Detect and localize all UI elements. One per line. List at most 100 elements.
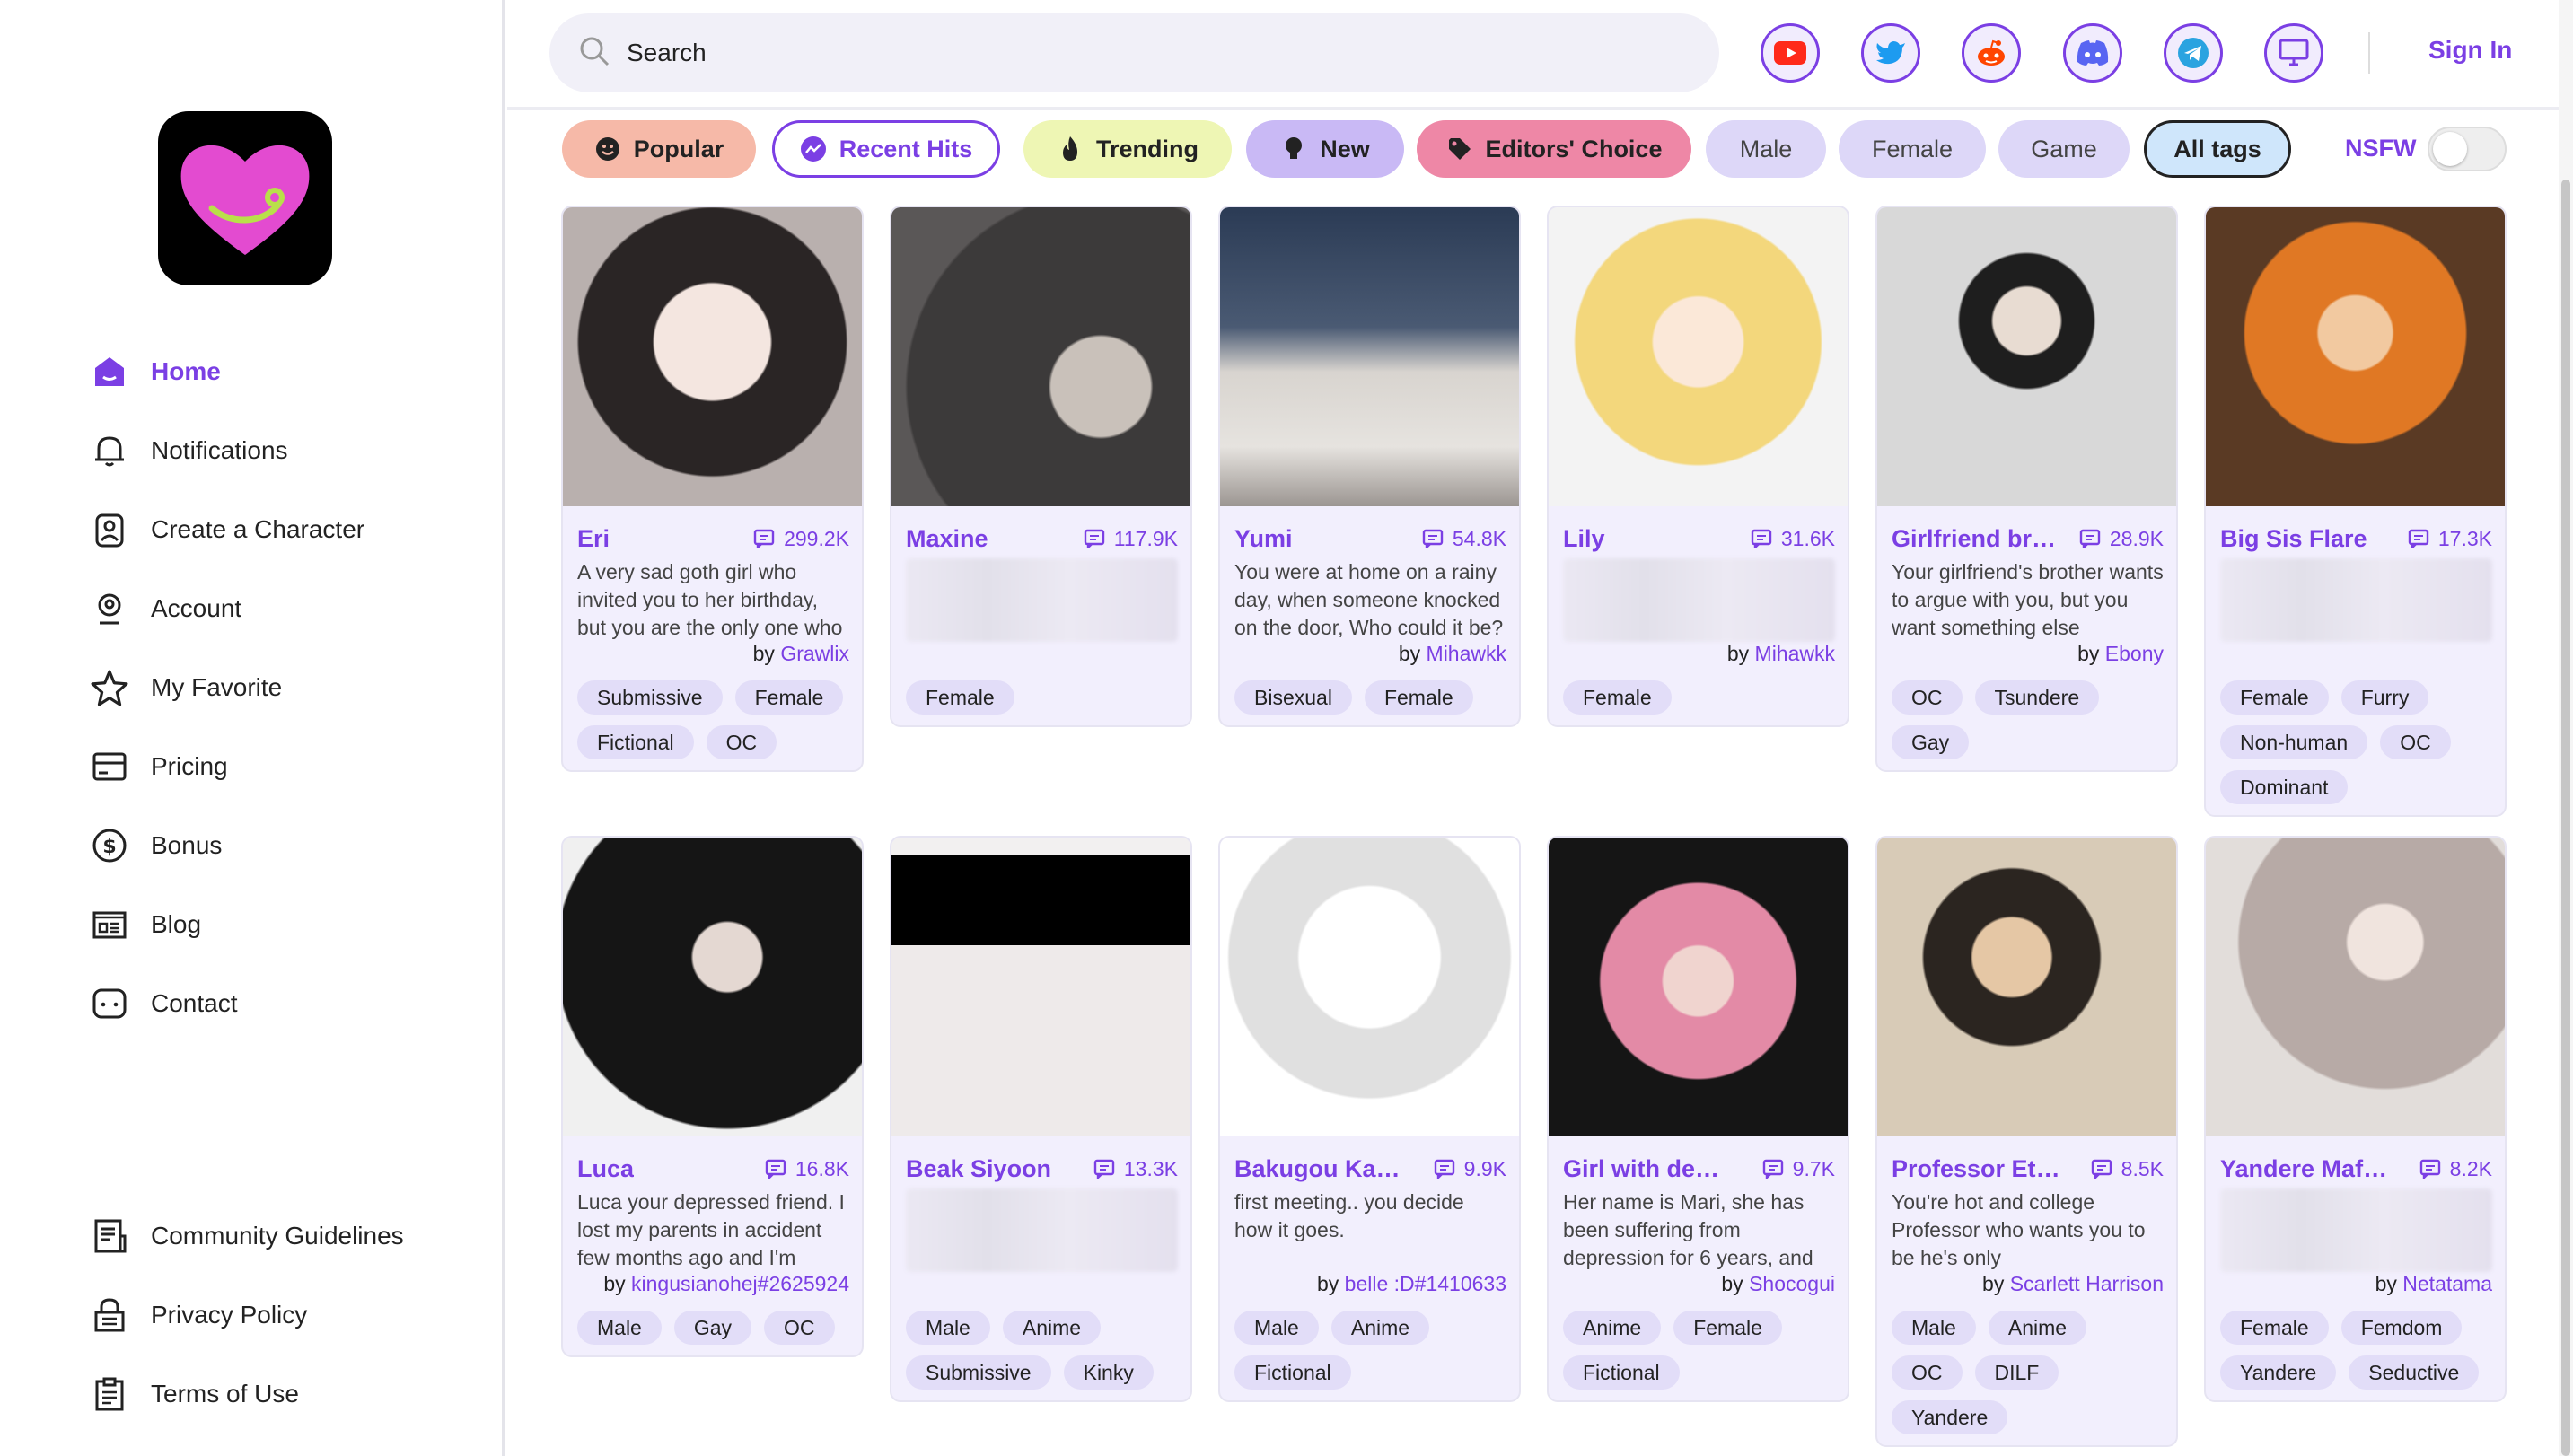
character-card[interactable]: Girl with depres... 9.7K Her name is Mari,… [1547, 836, 1849, 1402]
tag-chip[interactable]: OC [1892, 1355, 1963, 1390]
character-image[interactable] [1549, 838, 1848, 1136]
character-image[interactable] [891, 838, 1190, 1136]
tag-chip[interactable]: Anime [1563, 1311, 1662, 1345]
chip-trending[interactable]: Trending [1023, 120, 1232, 178]
discord-icon[interactable] [2063, 23, 2122, 83]
tag-chip[interactable]: DILF [1974, 1355, 2059, 1390]
tag-chip[interactable]: Female [734, 680, 844, 715]
search-input[interactable]: Search [627, 39, 707, 67]
chip-female[interactable]: Female [1839, 120, 1986, 178]
nav-privacy-policy[interactable]: Privacy Policy [88, 1276, 404, 1355]
chip-all-tags[interactable]: All tags [2144, 120, 2291, 178]
chip-game[interactable]: Game [1998, 120, 2130, 178]
tag-chip[interactable]: OC [706, 725, 777, 759]
tag-chip[interactable]: OC [764, 1311, 835, 1345]
character-image[interactable] [563, 207, 862, 506]
character-card[interactable]: Bakugou Katsuki 9.9K first meeting.. you d… [1218, 836, 1521, 1402]
tag-chip[interactable]: Submissive [906, 1355, 1051, 1390]
tag-chip[interactable]: Bisexual [1234, 680, 1352, 715]
author-link[interactable]: kingusianohej#2625924 [631, 1272, 849, 1295]
chip-recent-hits[interactable]: Recent Hits [772, 120, 1000, 178]
tag-chip[interactable]: Femdom [2340, 1311, 2463, 1345]
character-name[interactable]: Bakugou Katsuki [1234, 1155, 1405, 1183]
character-name[interactable]: Lily [1563, 525, 1605, 553]
nav-account[interactable]: Account [88, 569, 364, 648]
tag-chip[interactable]: Female [1673, 1311, 1782, 1345]
tag-chip[interactable]: Male [1892, 1311, 1976, 1345]
tag-chip[interactable]: Female [1563, 680, 1672, 715]
character-card[interactable]: Maxine 117.9K Female [890, 206, 1192, 727]
character-card[interactable]: Eri 299.2K A very sad goth girl who invite… [561, 206, 864, 772]
tag-chip[interactable]: Tsundere [1974, 680, 2100, 715]
tag-chip[interactable]: Gay [673, 1311, 752, 1345]
tag-chip[interactable]: Dominant [2220, 770, 2349, 804]
tag-chip[interactable]: Kinky [1063, 1355, 1154, 1390]
twitter-icon[interactable] [1861, 23, 1920, 83]
nsfw-toggle[interactable] [2428, 127, 2507, 171]
chip-popular[interactable]: Popular [562, 120, 756, 178]
author-link[interactable]: Mihawkk [1755, 642, 1835, 665]
tag-chip[interactable]: Anime [1002, 1311, 1102, 1345]
nav-home[interactable]: Home [88, 332, 364, 411]
author-link[interactable]: belle :D#1410633 [1345, 1272, 1506, 1295]
app-logo[interactable] [158, 111, 332, 285]
character-card[interactable]: Big Sis Flare 17.3K Female Furry Non-human OC… [2204, 206, 2507, 817]
sign-in-link[interactable]: Sign In [2428, 36, 2512, 65]
scrollbar[interactable] [2559, 0, 2573, 1456]
author-link[interactable]: Mihawkk [1427, 642, 1506, 665]
character-card[interactable]: Yandere Mafia ...8.2Kby NetatamaFemaleFe… [2204, 836, 2507, 1402]
tag-chip[interactable]: Yandere [2220, 1355, 2337, 1390]
author-link[interactable]: Shocogui [1749, 1272, 1835, 1295]
character-image[interactable] [1549, 207, 1848, 506]
telegram-icon[interactable] [2164, 23, 2223, 83]
character-name[interactable]: Professor Ethan [1892, 1155, 2062, 1183]
nav-community-guidelines[interactable]: Community Guidelines [88, 1197, 404, 1276]
nav-my-favorite[interactable]: My Favorite [88, 648, 364, 727]
tag-chip[interactable]: Fictional [577, 725, 694, 759]
character-name[interactable]: Girl with depres... [1563, 1155, 1734, 1183]
tag-chip[interactable]: Seductive [2349, 1355, 2480, 1390]
tag-chip[interactable]: Female [1364, 680, 1473, 715]
character-card[interactable]: Luca 16.8K Luca your depressed friend. I l… [561, 836, 864, 1357]
character-image[interactable] [1877, 207, 2176, 506]
character-name[interactable]: Big Sis Flare [2220, 525, 2367, 553]
character-name[interactable]: Beak Siyoon [906, 1155, 1051, 1183]
chip-editors-choice[interactable]: Editors' Choice [1417, 120, 1691, 178]
tag-chip[interactable]: Non-human [2220, 725, 2368, 759]
character-image[interactable] [2206, 838, 2505, 1136]
reddit-icon[interactable] [1962, 23, 2021, 83]
character-name[interactable]: Yumi [1234, 525, 1293, 553]
character-card[interactable]: Lily 31.6K by Mihawkk Female [1547, 206, 1849, 727]
character-image[interactable] [891, 207, 1190, 506]
character-name[interactable]: Eri [577, 525, 610, 553]
character-name[interactable]: Luca [577, 1155, 634, 1183]
character-card[interactable]: Beak Siyoon 13.3K Male Anime Submissive Kinky [890, 836, 1192, 1402]
author-link[interactable]: Scarlett Harrison [2010, 1272, 2164, 1295]
tag-chip[interactable]: Male [1234, 1311, 1319, 1345]
tag-chip[interactable]: Male [906, 1311, 990, 1345]
youtube-icon[interactable] [1761, 23, 1820, 83]
tag-chip[interactable]: Male [577, 1311, 662, 1345]
character-card[interactable]: Girlfriend brother 28.9K Your girlfriend's… [1875, 206, 2178, 772]
tag-chip[interactable]: Yandere [1892, 1400, 2008, 1434]
character-card[interactable]: Yumi 54.8K You were at home on a rainy day… [1218, 206, 1521, 727]
tag-chip[interactable]: Submissive [577, 680, 723, 715]
tag-chip[interactable]: Female [906, 680, 1014, 715]
character-image[interactable] [1220, 838, 1519, 1136]
character-image[interactable] [1220, 207, 1519, 506]
tag-chip[interactable]: OC [1892, 680, 1963, 715]
chip-male[interactable]: Male [1706, 120, 1826, 178]
nav-contact[interactable]: Contact [88, 964, 364, 1043]
tag-chip[interactable]: Furry [2340, 680, 2429, 715]
nav-create-character[interactable]: Create a Character [88, 490, 364, 569]
character-name[interactable]: Maxine [906, 525, 988, 553]
tag-chip[interactable]: Fictional [1563, 1355, 1680, 1390]
search-bar[interactable]: Search [549, 13, 1719, 92]
chip-new[interactable]: New [1246, 120, 1404, 178]
character-card[interactable]: Professor Ethan 8.5K You're hot and colleg… [1875, 836, 2178, 1447]
tag-chip[interactable]: Gay [1892, 725, 1970, 759]
author-link[interactable]: Grawlix [780, 642, 849, 665]
desktop-icon[interactable] [2264, 23, 2323, 83]
character-image[interactable] [563, 838, 862, 1136]
nav-notifications[interactable]: Notifications [88, 411, 364, 490]
